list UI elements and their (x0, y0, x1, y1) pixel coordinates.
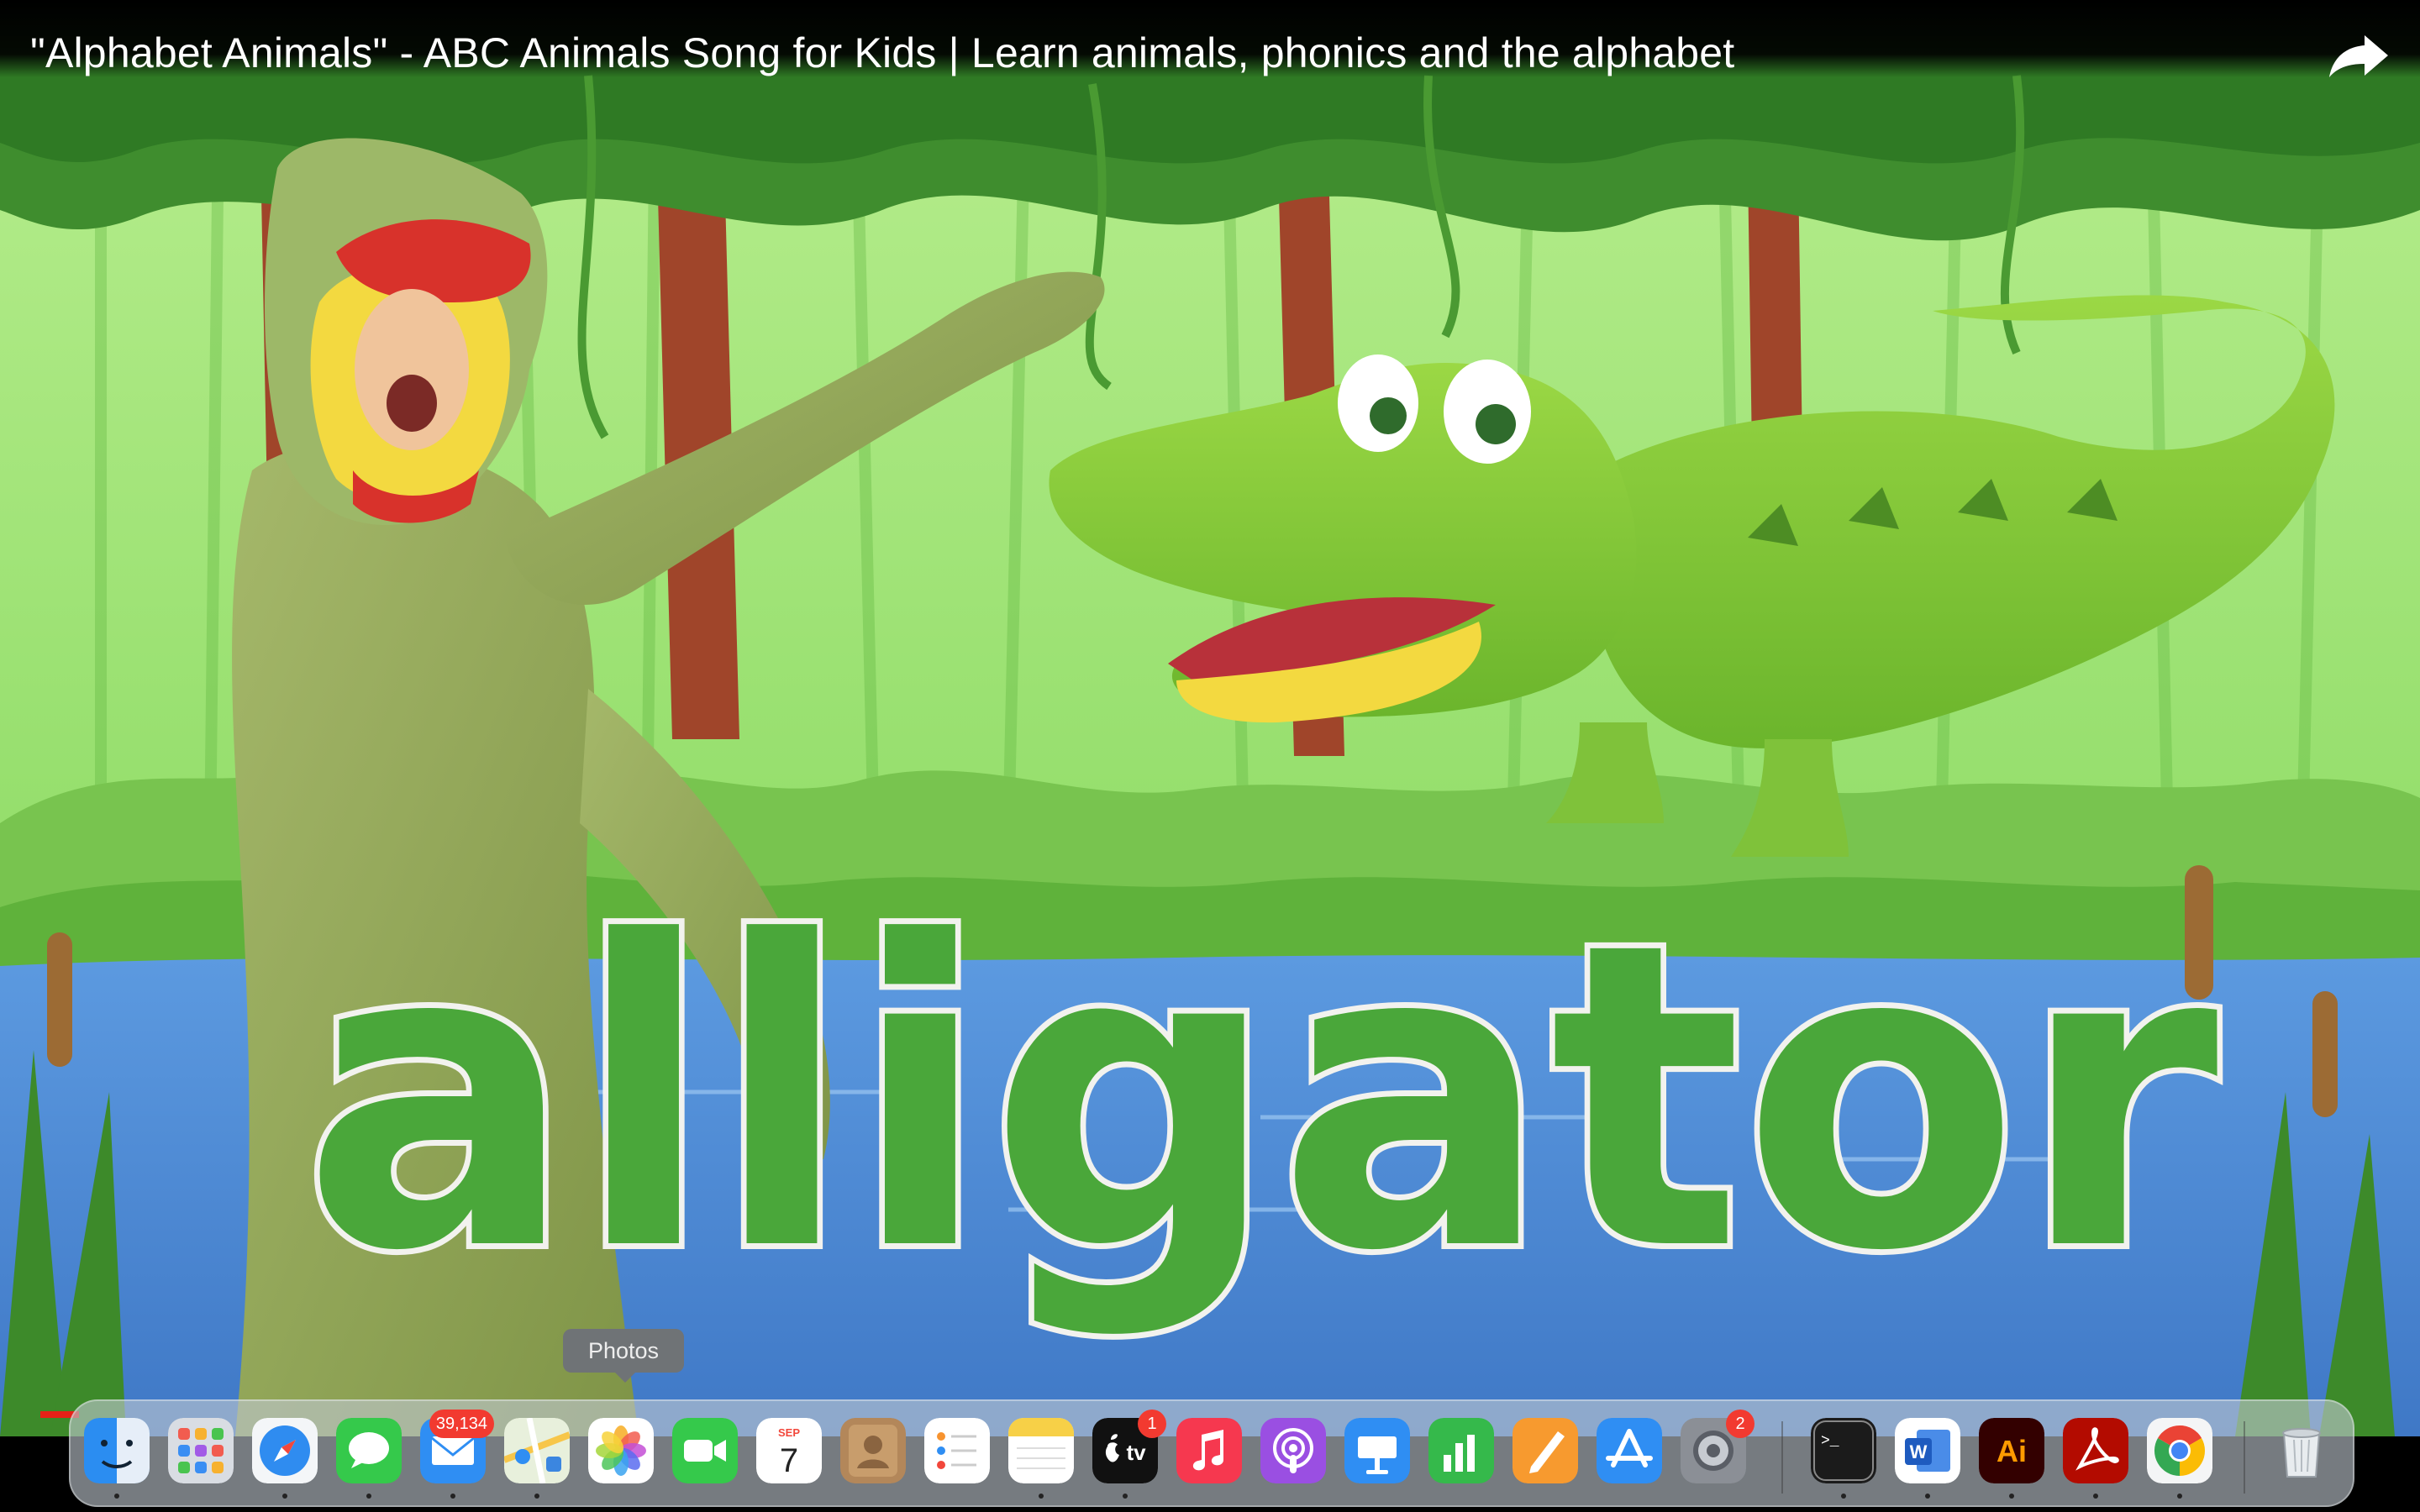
share-icon[interactable] (2328, 30, 2391, 81)
launchpad-icon[interactable] (168, 1418, 234, 1483)
illustrator-icon[interactable]: Ai (1979, 1418, 2044, 1483)
running-indicator-safari (282, 1494, 287, 1499)
dock-separator-trash (2244, 1421, 2245, 1494)
video-title-bar: "Alphabet Animals" - ABC Animals Song fo… (0, 0, 2420, 77)
acrobat-icon[interactable] (2063, 1418, 2128, 1483)
dock-separator (1781, 1421, 1783, 1494)
numbers-icon[interactable] (1428, 1418, 1494, 1483)
notes-icon[interactable] (1008, 1418, 1074, 1483)
messages-icon[interactable] (336, 1418, 402, 1483)
system-preferences-icon[interactable]: 2 (1681, 1410, 1754, 1483)
mail-icon[interactable]: 39,134 (420, 1410, 494, 1483)
tv-icon[interactable]: tv 1 (1092, 1410, 1166, 1483)
running-indicator-chrome (2177, 1494, 2182, 1499)
chrome-icon[interactable] (2147, 1418, 2212, 1483)
word-icon[interactable]: W (1895, 1418, 1960, 1483)
running-indicator-tv (1123, 1494, 1128, 1499)
caption-word: alligator (302, 848, 2227, 1348)
finder-icon[interactable] (84, 1418, 150, 1483)
tv-label: tv (1126, 1440, 1146, 1465)
running-indicator-acrobat (2093, 1494, 2098, 1499)
facetime-icon[interactable] (672, 1418, 738, 1483)
reminders-icon[interactable] (924, 1418, 990, 1483)
calendar-day: 7 (780, 1442, 798, 1479)
calendar-month: SEP (778, 1426, 800, 1439)
running-indicator-word (1925, 1494, 1930, 1499)
terminal-icon[interactable]: >_ (1811, 1418, 1876, 1483)
safari-icon[interactable] (252, 1418, 318, 1483)
app-store-icon[interactable] (1597, 1418, 1662, 1483)
tv-badge: 1 (1138, 1410, 1166, 1438)
keynote-icon[interactable] (1344, 1418, 1410, 1483)
running-indicator-maps (534, 1494, 539, 1499)
illustrator-label: Ai (1996, 1434, 2027, 1468)
music-icon[interactable] (1176, 1418, 1242, 1483)
photos-icon[interactable] (588, 1418, 654, 1483)
video-title: "Alphabet Animals" - ABC Animals Song fo… (30, 29, 1735, 76)
calendar-icon[interactable]: SEP 7 (756, 1418, 822, 1483)
running-indicator-messages (366, 1494, 371, 1499)
system-preferences-badge: 2 (1726, 1410, 1754, 1438)
running-indicator-finder (114, 1494, 119, 1499)
dock-tooltip: Photos (563, 1329, 684, 1383)
maps-icon[interactable] (504, 1418, 570, 1483)
podcasts-icon[interactable] (1260, 1418, 1326, 1483)
terminal-label: >_ (1821, 1433, 1839, 1450)
running-indicator-mail (450, 1494, 455, 1499)
running-indicator-terminal (1841, 1494, 1846, 1499)
running-indicator-notes (1039, 1494, 1044, 1499)
video-player[interactable]: alligator "Alphabet Animals" - ABC Anima… (0, 0, 2420, 1436)
word-label: W (1910, 1441, 1928, 1462)
contacts-icon[interactable] (840, 1418, 906, 1483)
running-indicator-illustrator (2009, 1494, 2014, 1499)
trash-icon[interactable] (2269, 1418, 2334, 1483)
mail-badge: 39,134 (429, 1410, 494, 1438)
pages-icon[interactable] (1512, 1418, 1578, 1483)
caption-word-text: alligator (302, 853, 2221, 1342)
